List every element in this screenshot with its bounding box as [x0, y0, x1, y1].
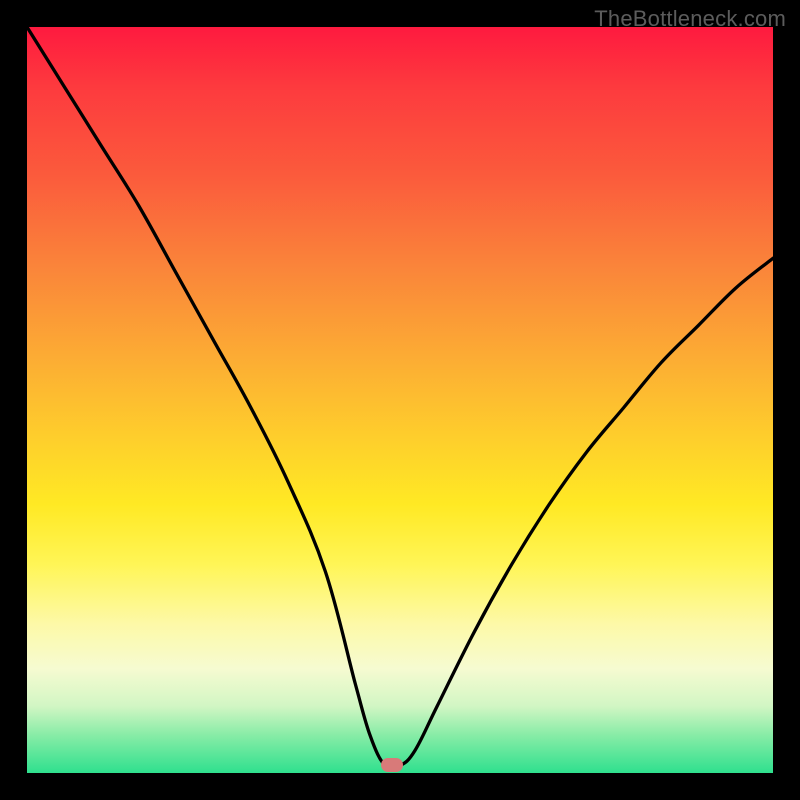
- chart-frame: TheBottleneck.com: [0, 0, 800, 800]
- minimum-marker: [381, 758, 403, 772]
- plot-area: [27, 27, 773, 773]
- watermark-text: TheBottleneck.com: [594, 6, 786, 32]
- bottleneck-curve: [27, 27, 773, 773]
